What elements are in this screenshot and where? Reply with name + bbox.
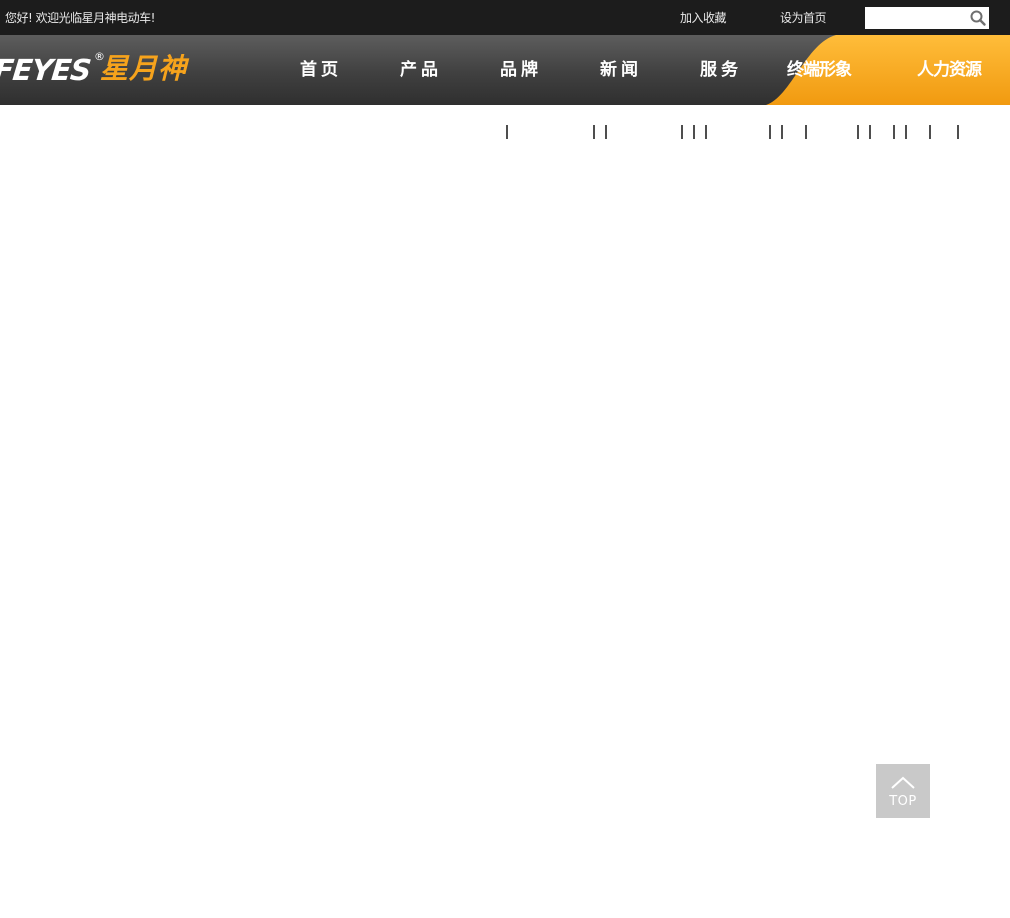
- search-box: [865, 7, 989, 29]
- nav-item-service[interactable]: 服务: [700, 35, 742, 105]
- nav-item-home[interactable]: 首页: [300, 35, 342, 105]
- subnav-separators: [506, 125, 959, 139]
- main-header: FEYES ® 星月神 首页 产品 品牌 新闻 服务 终端形象 人力资源: [0, 35, 1010, 105]
- search-input[interactable]: [865, 7, 965, 29]
- chevron-up-icon: [891, 776, 915, 789]
- nav-item-news[interactable]: 新闻: [600, 35, 642, 105]
- set-homepage-link[interactable]: 设为首页: [780, 10, 827, 26]
- nav-item-human-resources[interactable]: 人力资源: [917, 35, 982, 105]
- add-favorite-link[interactable]: 加入收藏: [680, 10, 727, 26]
- nav-item-brand[interactable]: 品牌: [500, 35, 542, 105]
- brand-logo[interactable]: FEYES ® 星月神: [0, 50, 232, 91]
- logo-text-en: FEYES: [0, 53, 93, 87]
- top-utility-bar: 您好! 欢迎光临星月神电动车! 加入收藏 设为首页: [0, 0, 1010, 35]
- back-to-top-button[interactable]: TOP: [876, 764, 930, 818]
- logo-text-cn: 星月神: [100, 52, 188, 85]
- welcome-message: 您好! 欢迎光临星月神电动车!: [5, 11, 155, 25]
- search-icon[interactable]: [969, 9, 987, 27]
- nav-item-products[interactable]: 产品: [400, 35, 442, 105]
- back-to-top-label: TOP: [889, 794, 917, 809]
- nav-item-store-image[interactable]: 终端形象: [787, 35, 852, 105]
